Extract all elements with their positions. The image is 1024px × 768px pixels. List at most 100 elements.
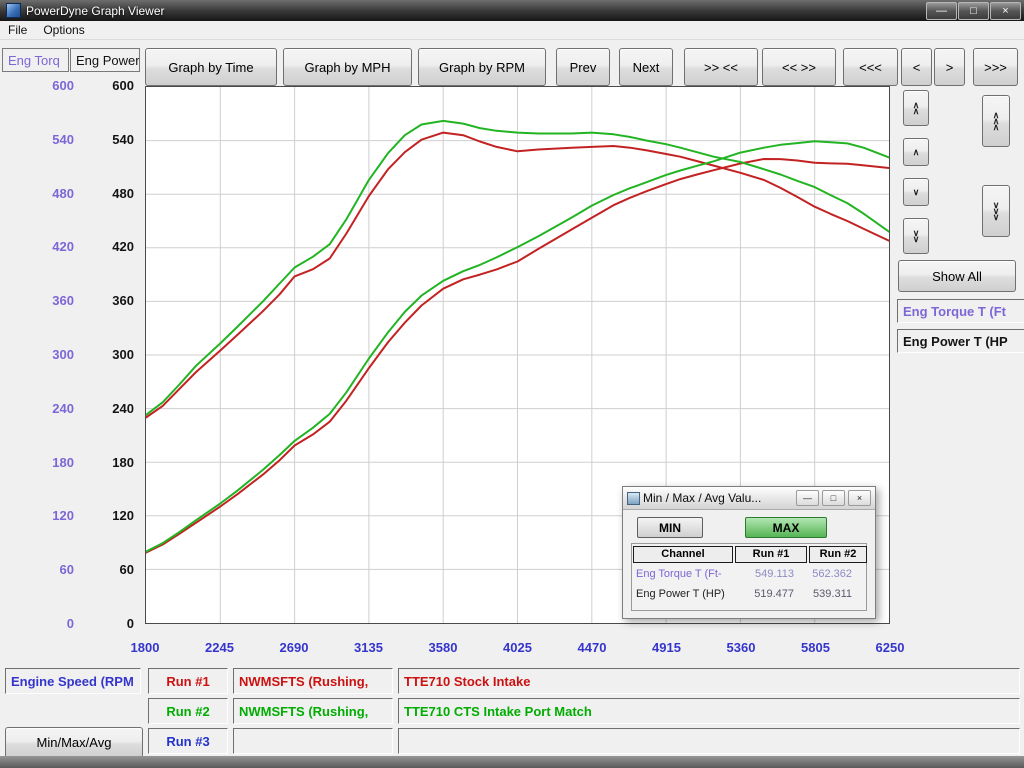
minmax-avg-button[interactable]: Min/Max/Avg [5, 727, 143, 758]
y-tick-label: 240 [112, 402, 134, 416]
minmax-table: ChannelRun #1Run #2 Eng Torque T (Ft-549… [631, 543, 867, 611]
x-tick-label: 5360 [716, 640, 766, 655]
axis-tab-torque[interactable]: Eng Torq [2, 48, 69, 72]
minmax-row: Eng Power T (HP)519.477539.311 [632, 584, 866, 604]
x-tick-label: 5805 [791, 640, 841, 655]
title-bar: PowerDyne Graph Viewer — □ × [0, 0, 1024, 21]
minmax-run2-value: 562.362 [804, 568, 862, 580]
x-tick-label: 1800 [120, 640, 170, 655]
close-button[interactable]: × [990, 2, 1021, 20]
expand-x-button[interactable]: << >> [762, 48, 836, 86]
y-tick-label: 300 [52, 348, 74, 362]
y-tick-label: 300 [112, 348, 134, 362]
next-button[interactable]: Next [619, 48, 673, 86]
y-tick-label: 420 [52, 240, 74, 254]
minimize-button[interactable]: — [926, 2, 957, 20]
scroll-down-button[interactable]: ∨ [903, 178, 929, 206]
graph-by-time-button[interactable]: Graph by Time [145, 48, 277, 86]
run3-label[interactable]: Run #3 [148, 728, 228, 754]
run3-name-field [233, 728, 393, 754]
y-tick-label: 60 [120, 563, 134, 577]
y-tick-label: 0 [67, 617, 74, 631]
scroll-double-up-button[interactable]: ∧ ∧ [903, 90, 929, 126]
app-icon [6, 3, 21, 18]
scroll-far-left-button[interactable]: <<< [843, 48, 898, 86]
y-axis-right: 600540480420360300240180120600 [88, 79, 134, 631]
y-tick-label: 120 [52, 509, 74, 523]
y-tick-label: 240 [52, 402, 74, 416]
minmax-row: Eng Torque T (Ft-549.113562.362 [632, 564, 866, 584]
y-tick-label: 480 [52, 187, 74, 201]
x-tick-label: 6250 [865, 640, 915, 655]
graph-by-mph-button[interactable]: Graph by MPH [283, 48, 412, 86]
scroll-right-button[interactable]: > [934, 48, 965, 86]
y-tick-label: 0 [127, 617, 134, 631]
y-tick-label: 360 [112, 294, 134, 308]
window-title: PowerDyne Graph Viewer [26, 4, 925, 18]
minmax-close-button[interactable]: × [848, 490, 871, 506]
minmax-restore-button[interactable]: □ [822, 490, 845, 506]
minmax-column-header: Channel [633, 546, 733, 563]
minmax-title-bar[interactable]: Min / Max / Avg Valu... — □ × [623, 487, 875, 510]
maximize-button[interactable]: □ [958, 2, 989, 20]
window-bottom-frame [0, 756, 1024, 768]
zoom-y-up-button[interactable]: ∧ ∧ ∧ [982, 95, 1010, 147]
minmax-minimize-button[interactable]: — [796, 490, 819, 506]
y-tick-label: 600 [52, 79, 74, 93]
legend-power-channel[interactable]: Eng Power T (HP [897, 329, 1024, 353]
min-button[interactable]: MIN [637, 517, 703, 538]
zoom-y-down-button[interactable]: ∨ ∨ ∨ [982, 185, 1010, 237]
legend-torque-channel[interactable]: Eng Torque T (Ft [897, 299, 1024, 323]
minmax-run1-value: 549.113 [732, 568, 804, 580]
run2-label[interactable]: Run #2 [148, 698, 228, 724]
minmax-window-icon [627, 492, 640, 505]
show-all-button[interactable]: Show All [898, 260, 1016, 292]
x-tick-label: 4915 [642, 640, 692, 655]
x-tick-label: 3580 [418, 640, 468, 655]
y-axis-left: 600540480420360300240180120600 [28, 79, 74, 631]
minmax-window-title: Min / Max / Avg Valu... [643, 491, 793, 505]
graph-by-rpm-button[interactable]: Graph by RPM [418, 48, 546, 86]
x-axis-labels: 1800 2245 2690 3135 3580 4025 4470 4915 5360 5805… [120, 640, 915, 655]
x-tick-label: 4470 [567, 640, 617, 655]
run3-description-field [398, 728, 1020, 754]
scroll-double-down-button[interactable]: ∨ ∨ [903, 218, 929, 254]
y-tick-label: 420 [112, 240, 134, 254]
minmax-channel-label: Eng Power T (HP) [632, 588, 732, 600]
y-tick-label: 120 [112, 509, 134, 523]
minmax-column-header: Run #1 [735, 546, 807, 563]
scroll-up-button[interactable]: ∧ [903, 138, 929, 166]
x-tick-label: 2690 [269, 640, 319, 655]
x-tick-label: 2245 [195, 640, 245, 655]
prev-button[interactable]: Prev [556, 48, 610, 86]
menu-options[interactable]: Options [35, 21, 92, 39]
y-tick-label: 60 [60, 563, 74, 577]
y-tick-label: 480 [112, 187, 134, 201]
y-tick-label: 600 [112, 79, 134, 93]
x-tick-label: 3135 [344, 640, 394, 655]
minmax-table-rows: Eng Torque T (Ft-549.113562.362Eng Power… [632, 564, 866, 604]
menu-file[interactable]: File [0, 21, 35, 39]
minmax-table-header: ChannelRun #1Run #2 [632, 544, 866, 564]
run1-description-field: TTE710 Stock Intake [398, 668, 1020, 694]
x-channel-field[interactable]: Engine Speed (RPM [5, 668, 141, 694]
run2-name-field: NWMSFTS (Rushing, [233, 698, 393, 724]
max-button[interactable]: MAX [745, 517, 827, 538]
y-tick-label: 360 [52, 294, 74, 308]
menu-bar: File Options [0, 21, 1024, 40]
minmax-run2-value: 539.311 [804, 588, 862, 600]
run1-label[interactable]: Run #1 [148, 668, 228, 694]
x-tick-label: 4025 [493, 640, 543, 655]
scroll-left-button[interactable]: < [901, 48, 932, 86]
compress-x-button[interactable]: >> << [684, 48, 758, 86]
y-tick-label: 180 [52, 456, 74, 470]
y-tick-label: 540 [52, 133, 74, 147]
minmax-run1-value: 519.477 [732, 588, 804, 600]
run2-description-field: TTE710 CTS Intake Port Match [398, 698, 1020, 724]
powerdyne-window: PowerDyne Graph Viewer — □ × File Option… [0, 0, 1024, 768]
scroll-far-right-button[interactable]: >>> [973, 48, 1018, 86]
run1-name-field: NWMSFTS (Rushing, [233, 668, 393, 694]
y-tick-label: 180 [112, 456, 134, 470]
axis-tab-power[interactable]: Eng Power [70, 48, 140, 72]
y-tick-label: 540 [112, 133, 134, 147]
